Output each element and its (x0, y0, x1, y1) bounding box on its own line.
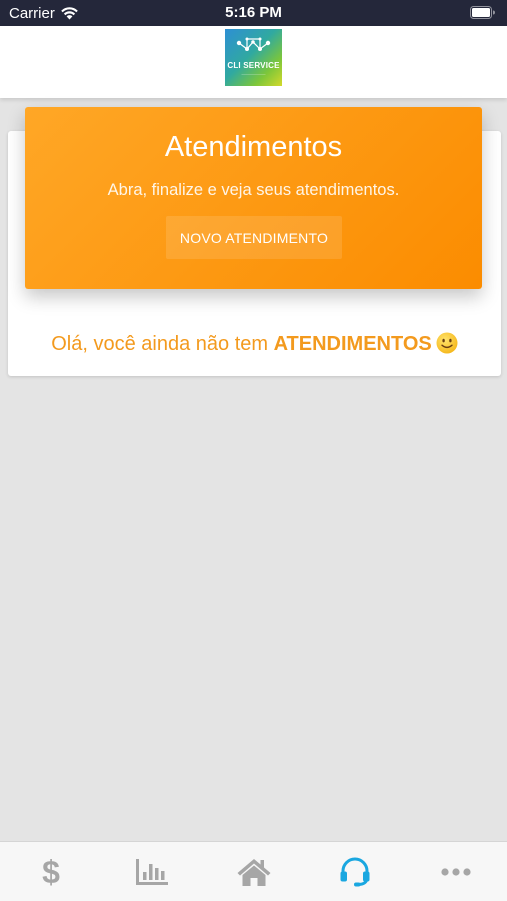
company-logo: CLI SERVICE —————— (225, 29, 282, 86)
status-time: 5:16 PM (225, 4, 282, 21)
tab-relatorios[interactable] (101, 842, 202, 901)
headset-icon (340, 857, 370, 886)
svg-text:$: $ (42, 856, 60, 888)
network-logo-icon (236, 37, 271, 51)
logo-text: CLI SERVICE (227, 61, 280, 70)
smiling-face-icon (436, 332, 458, 354)
bar-chart-icon (136, 858, 169, 885)
new-atendimento-button[interactable]: NOVO ATENDIMENTO (166, 216, 342, 259)
app-header: CLI SERVICE —————— (0, 26, 507, 98)
tab-atendimentos[interactable] (304, 842, 405, 901)
empty-state-highlight: ATENDIMENTOS (273, 333, 432, 355)
more-icon (441, 867, 471, 876)
status-bar: Carrier 5:16 PM (0, 0, 507, 26)
battery-icon (470, 6, 495, 19)
logo-tagline-mark: —————— (241, 71, 266, 76)
tab-mais[interactable] (406, 842, 507, 901)
tab-inicio[interactable] (203, 842, 304, 901)
dollar-icon: $ (42, 856, 60, 888)
banner-subtitle: Abra, finalize e veja seus atendimentos. (107, 181, 400, 199)
tab-financeiro[interactable]: $ (0, 842, 101, 901)
atendimentos-banner: Atendimentos Abra, finalize e veja seus … (25, 107, 482, 289)
empty-state-message: Olá, você ainda não tem ATENDIMENTOS (8, 332, 501, 356)
banner-title: Atendimentos (164, 131, 343, 163)
empty-state-prefix: Olá, você ainda não tem (51, 333, 274, 355)
tab-bar: $ (0, 841, 507, 901)
home-icon (237, 858, 271, 886)
